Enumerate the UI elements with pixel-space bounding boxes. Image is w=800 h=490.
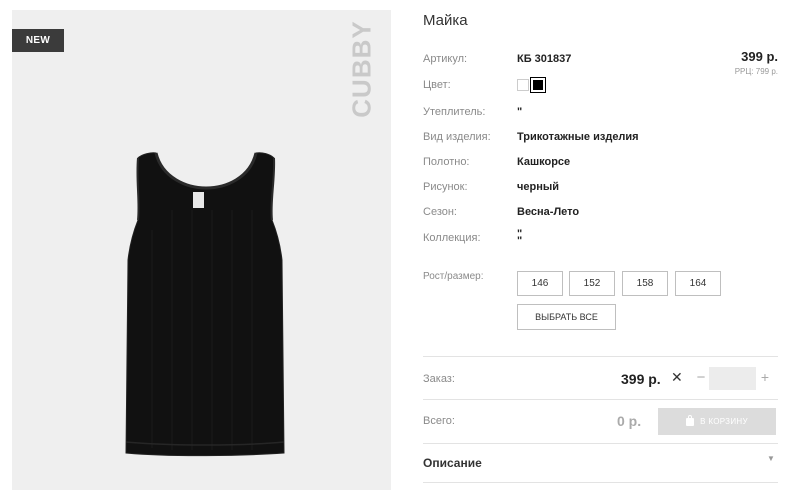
size-button-146[interactable]: 146	[517, 271, 563, 296]
times-icon: ✕	[671, 369, 683, 385]
size-button-164[interactable]: 164	[675, 271, 721, 296]
spec-label: Цвет:	[423, 79, 451, 91]
spec-fabric: Полотно: Кашкорсе	[423, 156, 778, 172]
add-to-cart-label: В КОРЗИНУ	[700, 417, 748, 426]
divider	[423, 356, 778, 357]
product-gallery: NEW CUBBY	[12, 10, 391, 490]
tank-top-shape	[125, 152, 285, 457]
order-label: Заказ:	[423, 373, 455, 385]
spec-label: Рисунок:	[423, 181, 468, 193]
spec-collection: Коллекция: " "	[423, 228, 778, 252]
add-to-cart-button[interactable]: В КОРЗИНУ	[658, 408, 776, 435]
spec-label: Сезон:	[423, 206, 457, 218]
quantity-decrease-button[interactable]: −	[695, 369, 707, 386]
spec-label: Утеплитель:	[423, 106, 486, 118]
spec-color: Цвет:	[423, 77, 778, 95]
quantity-input[interactable]	[709, 367, 756, 390]
total-label: Всего:	[423, 415, 455, 427]
order-price: 399 р.	[621, 371, 661, 387]
size-button-158[interactable]: 158	[622, 271, 668, 296]
divider	[423, 399, 778, 400]
spec-label: Вид изделия:	[423, 131, 491, 143]
spec-value: Весна-Лето	[517, 206, 580, 218]
description-toggle[interactable]: Описание	[423, 456, 482, 470]
product-info: Майка 399 р. РРЦ: 799 р. Артикул: КБ 301…	[423, 0, 778, 490]
spec-article: Артикул: КБ 301837	[423, 53, 778, 69]
total-value: 0 р.	[617, 413, 642, 429]
chevron-down-icon[interactable]: ▼	[767, 454, 775, 463]
color-swatch-white[interactable]	[517, 79, 529, 91]
quantity-increase-button[interactable]: +	[759, 369, 771, 385]
brand-logo-text: CUBBY	[346, 20, 377, 118]
spec-value: Трикотажные изделия	[517, 131, 639, 143]
divider	[423, 443, 778, 444]
brand-logo: CUBBY	[347, 20, 377, 117]
shopping-bag-icon	[686, 414, 695, 426]
divider	[423, 482, 778, 483]
select-all-button[interactable]: ВЫБРАТЬ ВСЕ	[517, 304, 616, 330]
spec-value: "	[517, 106, 523, 118]
color-swatch-black[interactable]	[530, 77, 546, 93]
sizes-label: Рост/размер:	[423, 271, 484, 282]
size-button-152[interactable]: 152	[569, 271, 615, 296]
spec-label: Артикул:	[423, 53, 468, 65]
tank-top-tag	[193, 192, 204, 208]
spec-value: Кашкорсе	[517, 156, 571, 168]
spec-value: " "	[517, 228, 523, 247]
product-image[interactable]	[112, 150, 297, 462]
new-badge: NEW	[12, 29, 64, 52]
spec-season: Сезон: Весна-Лето	[423, 206, 778, 222]
spec-pattern: Рисунок: черный	[423, 181, 778, 197]
spec-product-type: Вид изделия: Трикотажные изделия	[423, 131, 778, 147]
spec-value: КБ 301837	[517, 53, 572, 65]
spec-label: Коллекция:	[423, 232, 481, 244]
product-title: Майка	[423, 12, 468, 29]
spec-label: Полотно:	[423, 156, 470, 168]
spec-insulation: Утеплитель: "	[423, 106, 778, 122]
spec-value: черный	[517, 181, 560, 193]
